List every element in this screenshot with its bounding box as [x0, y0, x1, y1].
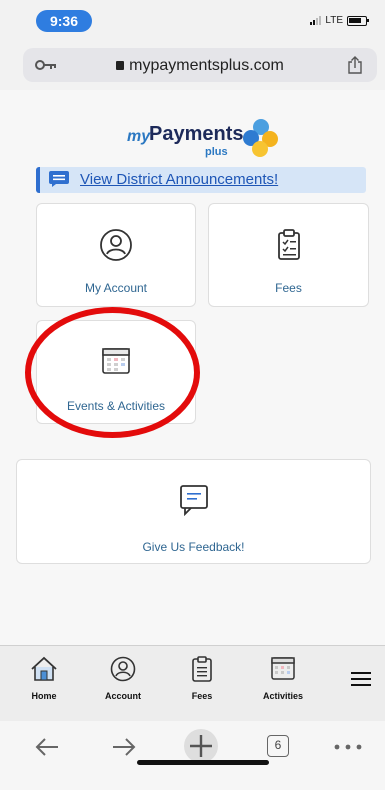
status-time: 9:36: [36, 10, 92, 32]
announcement-link[interactable]: View District Announcements!: [80, 171, 278, 188]
fees-icon: [192, 656, 212, 682]
back-arrow-icon[interactable]: [34, 737, 60, 757]
clipboard-icon: [277, 229, 300, 260]
battery-icon: [347, 15, 369, 26]
feedback-icon: [179, 485, 208, 516]
network-label: LTE: [325, 15, 343, 26]
logo-payments-text: Payments: [149, 123, 244, 145]
home-indicator[interactable]: [137, 760, 269, 765]
tab-home[interactable]: Home: [14, 656, 74, 701]
tab-account-label: Account: [105, 691, 141, 701]
logo-dots-icon: [243, 119, 278, 157]
tab-activities-label: Activities: [262, 691, 304, 701]
events-activities-tile[interactable]: Events & Activities: [36, 320, 196, 424]
fees-label: Fees: [275, 281, 302, 295]
tab-activities[interactable]: Activities: [253, 656, 313, 701]
main-content: my Payments plus View District Announcem…: [0, 90, 385, 645]
status-bar: 9:36 LTE: [0, 0, 385, 40]
new-tab-plus-icon[interactable]: [183, 728, 219, 764]
hamburger-menu-icon[interactable]: [351, 672, 371, 686]
events-activities-label: Events & Activities: [66, 399, 166, 413]
url-text: mypaymentsplus.com: [129, 57, 284, 74]
tab-home-label: Home: [31, 691, 57, 701]
logo-plus-text: plus: [205, 146, 228, 158]
url-display[interactable]: mypaymentsplus.com: [23, 57, 377, 75]
fees-tile[interactable]: Fees: [208, 203, 369, 307]
share-icon[interactable]: [347, 56, 363, 74]
mypaymentsplus-logo: my Payments plus: [125, 116, 285, 162]
browser-nav-bar: 6: [0, 721, 385, 790]
feedback-label: Give Us Feedback!: [142, 540, 245, 554]
signal-icon: [310, 16, 322, 25]
status-indicators: LTE: [310, 15, 369, 26]
page: 9:36 LTE mypaymentsplus.com my Payments …: [0, 0, 385, 790]
feedback-tile[interactable]: Give Us Feedback!: [16, 459, 371, 564]
forward-arrow-icon[interactable]: [111, 737, 137, 757]
tab-fees[interactable]: Fees: [172, 656, 232, 701]
home-icon: [31, 656, 57, 681]
more-options-icon[interactable]: [334, 744, 362, 750]
my-account-tile[interactable]: My Account: [36, 203, 196, 307]
my-account-label: My Account: [84, 281, 148, 295]
calendar-icon: [102, 348, 130, 374]
address-bar[interactable]: mypaymentsplus.com: [23, 48, 377, 82]
browser-toolbar: mypaymentsplus.com: [0, 40, 385, 90]
tab-fees-label: Fees: [191, 691, 213, 701]
user-circle-icon: [100, 229, 132, 261]
logo-my-text: my: [127, 128, 151, 145]
app-tab-bar: Home Account Fees Activities: [0, 645, 385, 721]
announcement-banner[interactable]: View District Announcements!: [36, 167, 366, 193]
account-icon: [110, 656, 136, 682]
lock-icon: [116, 61, 125, 70]
tab-count: 6: [274, 738, 282, 752]
tab-account[interactable]: Account: [93, 656, 153, 701]
message-icon: [49, 171, 69, 187]
activities-icon: [271, 657, 295, 680]
tab-switcher-button[interactable]: 6: [267, 735, 289, 757]
